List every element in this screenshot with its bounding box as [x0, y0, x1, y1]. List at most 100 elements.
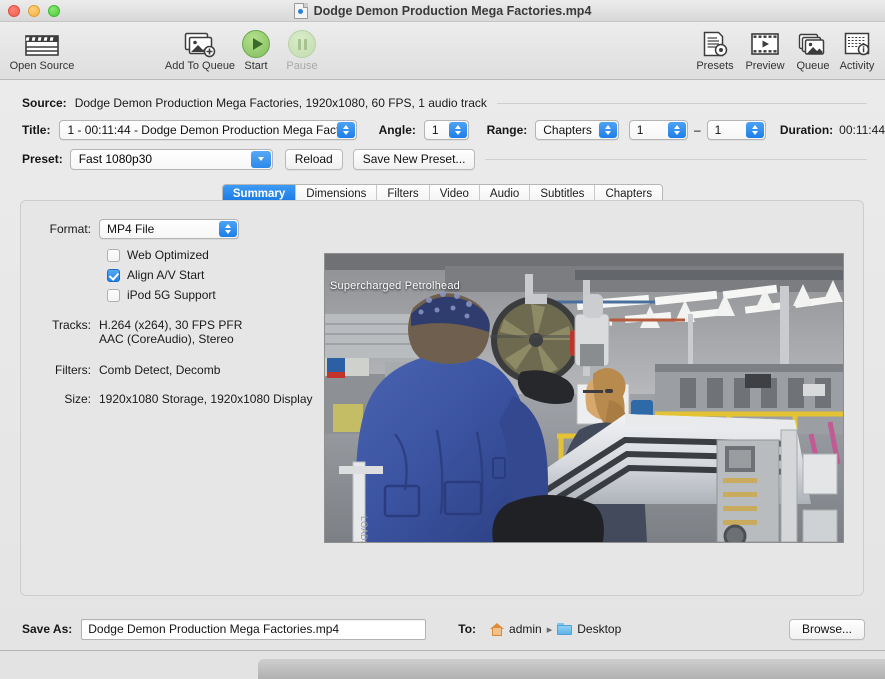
duration-value: 00:11:44: [839, 123, 885, 137]
add-to-queue-label: Add To Queue: [165, 60, 235, 72]
range-type-value: Chapters: [543, 123, 592, 137]
tracks-video: H.264 (x264), 30 FPS PFR: [99, 318, 242, 332]
duration-label: Duration:: [780, 123, 833, 137]
preset-divider: [485, 159, 867, 160]
clapperboard-icon: [24, 28, 60, 58]
info-rows: Source: Dodge Demon Production Mega Fact…: [0, 80, 885, 174]
svg-text:LOADS: LOADS: [359, 516, 369, 542]
preset-select[interactable]: Fast 1080p30: [70, 149, 273, 170]
save-as-label: Save As:: [22, 622, 72, 636]
save-bar: Save As: Dodge Demon Production Mega Fac…: [0, 612, 885, 646]
preset-row: Preset: Fast 1080p30 Reload Save New Pre…: [0, 144, 885, 174]
size-row: Size: 1920x1080 Storage, 1920x1080 Displ…: [39, 389, 329, 406]
checkbox-box: [107, 249, 120, 262]
start-label: Start: [244, 60, 267, 72]
title-row: Title: 1 - 00:11:44 - Dodge Demon Produc…: [0, 116, 885, 144]
save-new-preset-label: Save New Preset...: [363, 152, 466, 166]
preview-film-icon: [750, 28, 780, 58]
source-row: Source: Dodge Demon Production Mega Fact…: [0, 90, 885, 116]
source-value: Dodge Demon Production Mega Factories, 1…: [75, 96, 487, 110]
queue-label: Queue: [796, 60, 829, 72]
size-label: Size:: [39, 389, 99, 406]
angle-label: Angle:: [379, 123, 416, 137]
window-title-group: Dodge Demon Production Mega Factories.mp…: [0, 0, 885, 22]
range-label: Range:: [487, 123, 528, 137]
preview-image[interactable]: LOADS Supercharged Petrolhead: [324, 253, 844, 543]
activity-log-icon: [843, 28, 871, 58]
web-optimized-checkbox[interactable]: Web Optimized: [107, 245, 329, 265]
destination-path[interactable]: admin ▸ Desktop: [490, 622, 621, 636]
path-user: admin: [509, 622, 542, 636]
home-icon: [490, 623, 504, 636]
to-label: To:: [458, 622, 476, 636]
format-value: MP4 File: [107, 222, 154, 236]
window-title: Dodge Demon Production Mega Factories.mp…: [314, 4, 592, 18]
checkbox-box: [107, 289, 120, 302]
range-dash: –: [694, 123, 701, 137]
pause-button: Pause: [272, 28, 332, 72]
reload-button[interactable]: Reload: [285, 149, 343, 170]
angle-select[interactable]: 1: [424, 120, 469, 140]
angle-value: 1: [432, 123, 439, 137]
toolbar: Open Source Add To Queue Start: [0, 22, 885, 80]
source-divider: [497, 103, 867, 104]
media-document-icon: [294, 3, 308, 19]
format-row: Format: MP4 File: [39, 219, 329, 239]
range-type-select[interactable]: Chapters: [535, 120, 618, 140]
ipod-5g-support-checkbox[interactable]: iPod 5G Support: [107, 285, 329, 305]
path-folder: Desktop: [577, 622, 621, 636]
pause-label: Pause: [286, 60, 317, 72]
align-av-start-checkbox[interactable]: Align A/V Start: [107, 265, 329, 285]
activity-label: Activity: [840, 60, 875, 72]
title-select-value: 1 - 00:11:44 - Dodge Demon Production Me…: [67, 123, 346, 137]
preview-artwork: LOADS: [325, 254, 843, 542]
format-label: Format:: [39, 219, 99, 239]
preset-value: Fast 1080p30: [79, 152, 152, 166]
tab-audio-label: Audio: [490, 188, 519, 200]
presets-label: Presets: [696, 60, 733, 72]
title-label: Title:: [22, 123, 50, 137]
save-new-preset-button[interactable]: Save New Preset...: [353, 149, 476, 170]
web-optimized-label: Web Optimized: [127, 248, 209, 262]
tab-video-label: Video: [440, 188, 469, 200]
save-as-input[interactable]: Dodge Demon Production Mega Factories.mp…: [81, 619, 426, 640]
preview-label: Preview: [745, 60, 784, 72]
tab-filters-label: Filters: [387, 188, 418, 200]
browse-button[interactable]: Browse...: [789, 619, 865, 640]
queue-stack-icon: [798, 28, 828, 58]
range-start-select[interactable]: 1: [629, 120, 688, 140]
format-select[interactable]: MP4 File: [99, 219, 239, 239]
pause-circle-icon: [288, 28, 316, 58]
tracks-row: Tracks: H.264 (x264), 30 FPS PFR AAC (Co…: [39, 315, 329, 346]
filters-row: Filters: Comb Detect, Decomb: [39, 360, 329, 377]
handbrake-window: Dodge Demon Production Mega Factories.mp…: [0, 0, 885, 650]
chevron-updown-icon: [449, 122, 467, 138]
tracks-values: H.264 (x264), 30 FPS PFR AAC (CoreAudio)…: [99, 315, 242, 346]
summary-column: Format: MP4 File Web Optimized Align A/V…: [39, 219, 329, 408]
filters-label: Filters:: [39, 360, 99, 377]
ipod-5g-support-label: iPod 5G Support: [127, 288, 216, 302]
desktop-background: [0, 650, 885, 678]
tab-summary-label: Summary: [233, 188, 285, 200]
save-as-value: Dodge Demon Production Mega Factories.mp…: [88, 622, 339, 636]
checkbox-box-checked: [107, 269, 120, 282]
title-bar: Dodge Demon Production Mega Factories.mp…: [0, 0, 885, 22]
presets-icon: [701, 28, 729, 58]
range-start-value: 1: [637, 123, 644, 137]
path-separator-icon: ▸: [547, 623, 553, 636]
activity-button[interactable]: Activity: [830, 28, 884, 72]
dock-area: [258, 659, 885, 679]
range-end-value: 1: [715, 123, 722, 137]
range-end-select[interactable]: 1: [707, 120, 766, 140]
align-av-start-label: Align A/V Start: [127, 268, 204, 282]
open-source-button[interactable]: Open Source: [6, 28, 78, 72]
chevron-updown-icon: [599, 122, 617, 138]
title-select[interactable]: 1 - 00:11:44 - Dodge Demon Production Me…: [59, 120, 356, 140]
tracks-label: Tracks:: [39, 315, 99, 346]
reload-label: Reload: [295, 152, 333, 166]
source-label: Source:: [22, 96, 67, 110]
size-value: 1920x1080 Storage, 1920x1080 Display: [99, 389, 313, 406]
preset-label: Preset:: [22, 152, 63, 166]
open-source-label: Open Source: [10, 60, 75, 72]
preview-overlay-caption: Supercharged Petrolhead: [330, 280, 460, 292]
